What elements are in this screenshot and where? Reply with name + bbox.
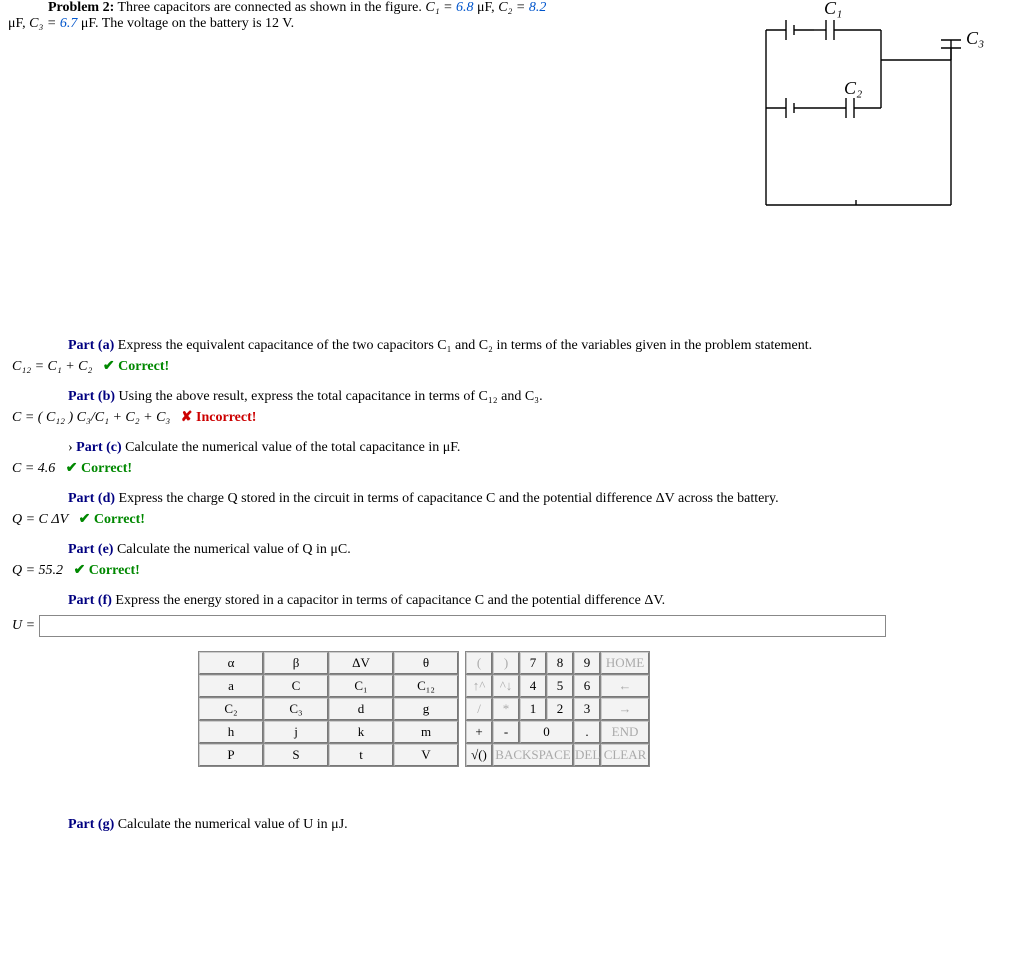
part-a: Part (a) Express the equivalent capacita… (68, 338, 1026, 354)
part-c: › Part (c) Calculate the numerical value… (68, 440, 1026, 456)
key-C₁₂[interactable]: C₁₂ (394, 675, 458, 697)
key-√()[interactable]: √() (466, 744, 492, 766)
key-1[interactable]: 1 (520, 698, 546, 720)
circuit-diagram: C₁ C₂ C₃ (726, 0, 1026, 220)
part-g: Part (g) Calculate the numerical value o… (68, 817, 1026, 833)
part-f: Part (f) Express the energy stored in a … (68, 593, 1026, 609)
key-C₃[interactable]: C₃ (264, 698, 328, 720)
key-k[interactable]: k (329, 721, 393, 743)
part-g-label: Part (g) (68, 817, 114, 832)
key-m[interactable]: m (394, 721, 458, 743)
key-8[interactable]: 8 (547, 652, 573, 674)
c1-unit: μF, (474, 0, 499, 15)
part-a-label: Part (a) (68, 338, 114, 353)
keypad: αβΔVθ aCC₁C₁₂ C₂C₃dg hjkm PStV ()789HOME ↑^^↓… (198, 651, 1026, 767)
line2-prefix: μF, (8, 16, 29, 31)
part-f-input-label: U = (12, 618, 35, 634)
key-END[interactable]: END (601, 721, 649, 743)
key-a[interactable]: a (199, 675, 263, 697)
part-d-text: Express the charge Q stored in the circu… (119, 491, 779, 506)
part-e-answer: Q = 55.2 (12, 563, 63, 578)
part-a-status: ✔ Correct! (103, 359, 169, 374)
c2-symbol: C₂ = (498, 0, 529, 15)
key-θ[interactable]: θ (394, 652, 458, 674)
key-9[interactable]: 9 (574, 652, 600, 674)
part-c-answer: C = 4.6 (12, 461, 55, 476)
key-([interactable]: ( (466, 652, 492, 674)
problem-text-prefix: Three capacitors are connected as shown … (117, 0, 425, 15)
key-C₁[interactable]: C₁ (329, 675, 393, 697)
c2-value: 8.2 (529, 0, 547, 15)
key-C[interactable]: C (264, 675, 328, 697)
part-d-label: Part (d) (68, 491, 115, 506)
key-/[interactable]: / (466, 698, 492, 720)
part-a-answer: C₁₂ = C₁ + C₂ (12, 359, 92, 374)
part-b-status: ✘ Incorrect! (181, 410, 257, 425)
keypad-numbers: ()789HOME ↑^^↓456← /*123→ +-0.END √()BACKSPA… (465, 651, 650, 767)
key-→[interactable]: → (601, 698, 649, 720)
key-α[interactable]: α (199, 652, 263, 674)
part-b: Part (b) Using the above result, express… (68, 389, 1026, 405)
key-d[interactable]: d (329, 698, 393, 720)
key-CLEAR[interactable]: CLEAR (601, 744, 649, 766)
key-6[interactable]: 6 (574, 675, 600, 697)
part-b-label: Part (b) (68, 389, 115, 404)
key-↑^[interactable]: ↑^ (466, 675, 492, 697)
key--[interactable]: - (493, 721, 519, 743)
key-β[interactable]: β (264, 652, 328, 674)
c3-label: C₃ (966, 28, 984, 49)
key-+[interactable]: + (466, 721, 492, 743)
answer-input[interactable] (39, 615, 886, 637)
key-←[interactable]: ← (601, 675, 649, 697)
c1-value: 6.8 (456, 0, 474, 15)
key-^↓[interactable]: ^↓ (493, 675, 519, 697)
part-d: Part (d) Express the charge Q stored in … (68, 491, 1026, 507)
part-a-text: Express the equivalent capacitance of th… (118, 338, 812, 353)
c1-label: C₁ (824, 0, 842, 19)
part-b-text: Using the above result, express the tota… (119, 389, 543, 404)
key-V[interactable]: V (394, 744, 458, 766)
key-0[interactable]: 0 (520, 721, 573, 743)
key-.[interactable]: . (574, 721, 600, 743)
key-S[interactable]: S (264, 744, 328, 766)
key-g[interactable]: g (394, 698, 458, 720)
part-d-answer: Q = C ΔV (12, 512, 68, 527)
key-P[interactable]: P (199, 744, 263, 766)
c3-rest: μF. The voltage on the battery is 12 V. (77, 16, 294, 31)
part-c-status: ✔ Correct! (66, 461, 132, 476)
c1-symbol: C₁ = (425, 0, 456, 15)
part-e-status: ✔ Correct! (74, 563, 140, 578)
part-f-label: Part (f) (68, 593, 112, 608)
part-c-label: Part (c) (76, 440, 121, 455)
c3-value: 6.7 (60, 16, 78, 31)
key-)[interactable]: ) (493, 652, 519, 674)
part-e-text: Calculate the numerical value of Q in μC… (117, 542, 351, 557)
key-HOME[interactable]: HOME (601, 652, 649, 674)
key-5[interactable]: 5 (547, 675, 573, 697)
c2-label: C₂ (844, 78, 862, 99)
key-BACKSPACE[interactable]: BACKSPACE (493, 744, 573, 766)
key-C₂[interactable]: C₂ (199, 698, 263, 720)
part-e: Part (e) Calculate the numerical value o… (68, 542, 1026, 558)
key-7[interactable]: 7 (520, 652, 546, 674)
key-t[interactable]: t (329, 744, 393, 766)
key-h[interactable]: h (199, 721, 263, 743)
problem-label: Problem 2: (48, 0, 114, 15)
part-b-answer: C = ( C₁₂ ) C₃/C₁ + C₂ + C₃ (12, 410, 170, 425)
key-3[interactable]: 3 (574, 698, 600, 720)
part-c-text: Calculate the numerical value of the tot… (125, 440, 460, 455)
part-e-label: Part (e) (68, 542, 113, 557)
part-c-marker: › (68, 440, 73, 455)
c3-symbol: C₃ = (29, 16, 60, 31)
keypad-variables: αβΔVθ aCC₁C₁₂ C₂C₃dg hjkm PStV (198, 651, 459, 767)
key-2[interactable]: 2 (547, 698, 573, 720)
key-4[interactable]: 4 (520, 675, 546, 697)
part-f-text: Express the energy stored in a capacitor… (115, 593, 665, 608)
key-DEL[interactable]: DEL (574, 744, 600, 766)
key-*[interactable]: * (493, 698, 519, 720)
part-g-text: Calculate the numerical value of U in μJ… (118, 817, 348, 832)
part-d-status: ✔ Correct! (79, 512, 145, 527)
key-ΔV[interactable]: ΔV (329, 652, 393, 674)
key-j[interactable]: j (264, 721, 328, 743)
